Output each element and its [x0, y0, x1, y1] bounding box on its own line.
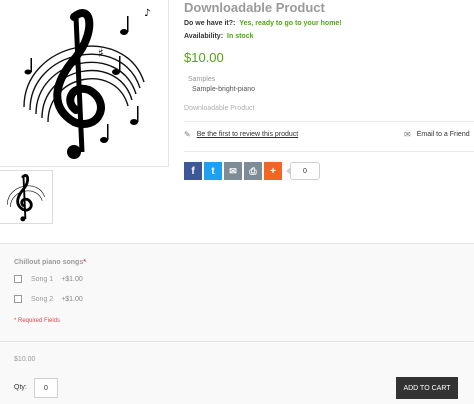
review-link-row[interactable]: ✎ Be the first to review this product — [184, 130, 298, 139]
option-price: +$1.00 — [61, 275, 83, 283]
print-icon[interactable]: ⎙ — [244, 162, 262, 180]
email-friend-label: Email to a Friend — [416, 131, 470, 138]
svg-text:♪: ♪ — [144, 8, 150, 19]
qty-label: Qty: — [14, 384, 27, 391]
treble-clef-image: ♯ ♪ — [23, 8, 150, 159]
product-title: Downloadable Product — [184, 0, 325, 15]
checkbox[interactable] — [14, 295, 22, 303]
option-label: Song 1 — [31, 275, 54, 283]
review-link[interactable]: Be the first to review this product — [197, 131, 299, 138]
svg-text:♯: ♯ — [98, 46, 104, 60]
twitter-icon[interactable]: t — [204, 162, 222, 180]
availability-label: Availability: — [184, 33, 224, 40]
option-song-1[interactable]: Song 1 +$1.00 — [14, 275, 83, 283]
plus-icon[interactable]: + — [264, 162, 282, 180]
samples-label: Samples — [188, 76, 216, 83]
availability-row: Availability: In stock — [184, 33, 253, 40]
pencil-icon: ✎ — [184, 130, 191, 139]
social-share-bar: f t ✉ ⎙ + 0 — [184, 162, 320, 180]
product-thumbnail[interactable] — [0, 170, 53, 224]
email-friend-link[interactable]: ✉ Email to a Friend — [404, 130, 470, 139]
divider — [184, 151, 474, 152]
sample-link[interactable]: Sample-bright-piano — [192, 86, 255, 93]
options-title-label: Chillout piano songs — [14, 259, 84, 266]
envelope-icon: ✉ — [404, 130, 411, 139]
product-main-image[interactable]: ♯ ♪ — [0, 0, 169, 167]
do-we-have-value: Yes, ready to go to your home! — [239, 20, 342, 27]
email-icon[interactable]: ✉ — [224, 162, 242, 180]
option-label: Song 2 — [31, 295, 54, 303]
required-fields-note: * Required Fields — [14, 318, 61, 324]
downloadable-label: Downloadable Product — [184, 105, 255, 112]
stock-message-row: Do we have it?: Yes, ready to go to your… — [184, 20, 342, 27]
checkbox[interactable] — [14, 275, 22, 283]
share-count: 0 — [286, 162, 320, 180]
options-title: Chillout piano songs* — [14, 259, 86, 266]
total-price: $10.00 — [14, 356, 36, 363]
divider — [184, 121, 474, 122]
do-we-have-label: Do we have it?: — [184, 20, 236, 27]
qty-input[interactable]: 0 — [34, 378, 58, 398]
facebook-icon[interactable]: f — [184, 162, 202, 180]
treble-clef-thumb-image — [6, 174, 46, 222]
required-mark: * — [83, 259, 86, 266]
add-to-cart-button[interactable]: ADD TO CART — [396, 377, 458, 399]
option-song-2[interactable]: Song 2 +$1.00 — [14, 295, 83, 303]
availability-value: In stock — [227, 33, 254, 40]
option-price: +$1.00 — [61, 295, 83, 303]
divider — [0, 341, 474, 342]
product-price: $10.00 — [184, 50, 224, 65]
